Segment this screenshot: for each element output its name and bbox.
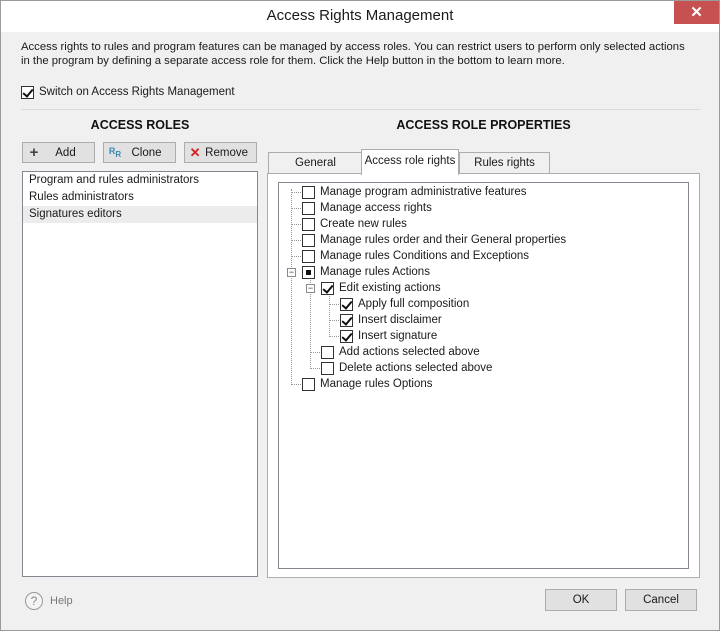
collapse-icon[interactable]: − [306, 284, 315, 293]
rights-tree[interactable]: − − Manage program administrative featur… [278, 182, 689, 569]
tab-access-role-rights[interactable]: Access role rights [361, 149, 459, 175]
tree-item[interactable]: Manage rules Options [302, 376, 433, 392]
tree-connector [291, 224, 301, 225]
question-icon: ? [25, 592, 43, 610]
help-button[interactable]: ? Help [25, 592, 73, 610]
tree-item[interactable]: Delete actions selected above [321, 360, 492, 376]
remove-icon: ✕ [189, 144, 201, 160]
tree-item[interactable]: Manage rules Actions [302, 264, 430, 280]
title-bar: Access Rights Management ✕ [1, 1, 719, 32]
tree-checkbox[interactable] [302, 185, 315, 199]
tree-connector [291, 240, 301, 241]
list-item[interactable]: Rules administrators [23, 189, 257, 206]
switch-label: Switch on Access Rights Management [39, 86, 235, 98]
divider [21, 109, 700, 110]
tree-connector [329, 293, 330, 337]
tree-connector [291, 192, 301, 193]
tree-connector [329, 304, 339, 305]
dialog-body: Access rights to rules and program featu… [1, 32, 719, 630]
list-item[interactable]: Signatures editors [23, 206, 257, 223]
tree-item[interactable]: Manage rules order and their General pro… [302, 232, 566, 248]
cancel-button[interactable]: Cancel [625, 589, 697, 611]
switch-access-rights-row[interactable]: Switch on Access Rights Management [21, 84, 235, 100]
tree-connector [291, 189, 292, 385]
tree-connector [329, 336, 339, 337]
tree-connector [310, 352, 320, 353]
ok-button[interactable]: OK [545, 589, 617, 611]
list-item[interactable]: Program and rules administrators [23, 172, 257, 189]
tree-checkbox[interactable] [302, 377, 315, 391]
collapse-icon[interactable]: − [287, 268, 296, 277]
tree-checkbox[interactable] [302, 217, 315, 231]
intro-text: Access rights to rules and program featu… [21, 41, 685, 67]
plus-icon: + [29, 144, 39, 161]
tree-checkbox[interactable] [321, 281, 334, 295]
clone-role-button[interactable]: RR Clone [103, 142, 176, 163]
close-button[interactable]: ✕ [674, 1, 719, 24]
tab-rules-rights[interactable]: Rules rights [459, 152, 550, 174]
tree-item[interactable]: Apply full composition [340, 296, 469, 312]
access-role-rights-panel: − − Manage program administrative featur… [267, 173, 700, 578]
clone-icon: RR [108, 145, 122, 159]
remove-role-button[interactable]: ✕ Remove [184, 142, 257, 163]
tree-connector [291, 208, 301, 209]
access-role-properties-heading: ACCESS ROLE PROPERTIES [396, 118, 571, 132]
add-role-button[interactable]: + Add [22, 142, 95, 163]
tree-checkbox[interactable] [340, 313, 353, 327]
tree-item[interactable]: Insert disclaimer [340, 312, 442, 328]
tree-checkbox[interactable] [340, 297, 353, 311]
tree-item[interactable]: Manage rules Conditions and Exceptions [302, 248, 529, 264]
tree-connector [291, 256, 301, 257]
roles-list[interactable]: Program and rules administrators Rules a… [22, 171, 258, 577]
tree-connector [329, 320, 339, 321]
tree-checkbox[interactable] [302, 249, 315, 263]
tree-item[interactable]: Create new rules [302, 216, 407, 232]
tree-checkbox[interactable] [302, 265, 315, 279]
window-title: Access Rights Management [266, 7, 454, 24]
tree-item[interactable]: Edit existing actions [321, 280, 441, 296]
access-rights-dialog: Access Rights Management ✕ Access rights… [0, 0, 720, 631]
access-roles-heading: ACCESS ROLES [90, 118, 190, 132]
switch-checkbox[interactable] [21, 85, 34, 99]
tree-checkbox[interactable] [321, 345, 334, 359]
tree-connector [310, 368, 320, 369]
tree-item[interactable]: Insert signature [340, 328, 437, 344]
tab-general[interactable]: General [268, 152, 363, 174]
close-icon: ✕ [690, 4, 703, 21]
tree-checkbox[interactable] [340, 329, 353, 343]
tree-connector [291, 384, 301, 385]
tree-item[interactable]: Manage access rights [302, 200, 432, 216]
tree-checkbox[interactable] [302, 233, 315, 247]
tree-item[interactable]: Add actions selected above [321, 344, 480, 360]
tree-item[interactable]: Manage program administrative features [302, 184, 526, 200]
tree-checkbox[interactable] [302, 201, 315, 215]
tree-checkbox[interactable] [321, 361, 334, 375]
